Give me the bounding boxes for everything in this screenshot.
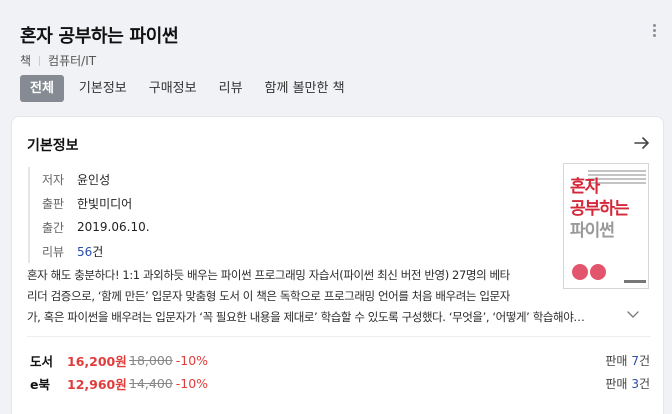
tab-all[interactable]: 전체 [20,75,64,102]
original-price: 18,000 [129,352,173,368]
price-row-print: 도서 16,200원 18,000 -10% 판매 7건 [30,350,650,370]
more-vertical-icon[interactable] [648,22,660,42]
seller-count-number: 3 [631,376,639,391]
tab-purchase-info[interactable]: 구매정보 [138,75,208,102]
format-label: 도서 [30,353,54,369]
description-line: 리더 검증으로, ‘함께 만든’ 입문자 맞춤형 도서 이 책은 독학으로 프로… [27,289,510,303]
book-description: 혼자 해도 충분하다! 1:1 과외하듯 배우는 파이썬 프로그래밍 자습서(파… [27,265,642,328]
basic-info-card: 기본정보 저자 윤인성 출판 한빛미디어 출간 2019.06.10. 리뷰 5… [11,116,664,414]
meta-key: 리뷰 [42,244,65,259]
publisher-link[interactable]: 한빛미디어 [77,195,132,212]
header: 혼자 공부하는 파이썬 책 컴퓨터/IT 전체 기본정보 구매정보 리뷰 함께 … [0,0,672,110]
arrow-right-icon[interactable] [632,133,652,153]
tab-reviews[interactable]: 리뷰 [208,75,254,102]
tab-basic-info[interactable]: 기본정보 [68,75,138,102]
category-type[interactable]: 책 [20,52,31,69]
price-row-ebook: e북 12,960원 14,400 -10% 판매 3건 [30,373,650,393]
meta-key: 저자 [42,172,65,187]
sale-price: 16,200원 [67,353,127,369]
description-line: 가, 혹은 파이썬을 배우려는 입문자가 ‘꼭 필요한 내용을 제대로’ 학습할… [27,310,585,324]
seller-count[interactable]: 판매 3건 [605,375,650,392]
discount-rate: -10% [175,375,209,391]
review-count[interactable]: 56건 [77,243,103,260]
book-meta-list: 저자 윤인성 출판 한빛미디어 출간 2019.06.10. 리뷰 56건 [28,167,328,263]
original-price: 14,400 [129,375,173,391]
review-count-unit: 건 [92,244,104,259]
meta-row-author: 저자 윤인성 [42,167,328,191]
meta-row-publisher: 출판 한빛미디어 [42,191,328,215]
discount-rate: -10% [175,352,209,368]
meta-key: 출판 [42,196,65,211]
category-breadcrumb: 책 컴퓨터/IT [20,52,96,69]
chevron-down-icon[interactable] [626,307,640,321]
breadcrumb-divider [39,55,41,66]
publish-date: 2019.06.10. [77,220,150,234]
cover-title-line3: 파이썬 [570,221,615,241]
tab-related-books[interactable]: 함께 볼만한 책 [254,75,356,102]
description-line: 혼자 해도 충분하다! 1:1 과외하듯 배우는 파이썬 프로그래밍 자습서(파… [27,268,510,282]
meta-row-date: 출간 2019.06.10. [42,215,328,239]
sale-price: 12,960원 [67,376,127,392]
seller-count[interactable]: 판매 7건 [605,352,650,369]
page-title: 혼자 공부하는 파이썬 [20,26,179,47]
category-name[interactable]: 컴퓨터/IT [48,52,96,69]
seller-count-number: 7 [631,353,639,368]
section-divider [27,336,651,337]
review-count-link[interactable]: 56 [77,245,92,259]
meta-row-reviews: 리뷰 56건 [42,239,328,263]
meta-key: 출간 [42,220,65,235]
section-title: 기본정보 [27,138,79,154]
format-label: e북 [30,376,50,392]
tab-bar: 전체 기본정보 구매정보 리뷰 함께 볼만한 책 [20,75,356,102]
author-link[interactable]: 윤인성 [77,171,110,188]
